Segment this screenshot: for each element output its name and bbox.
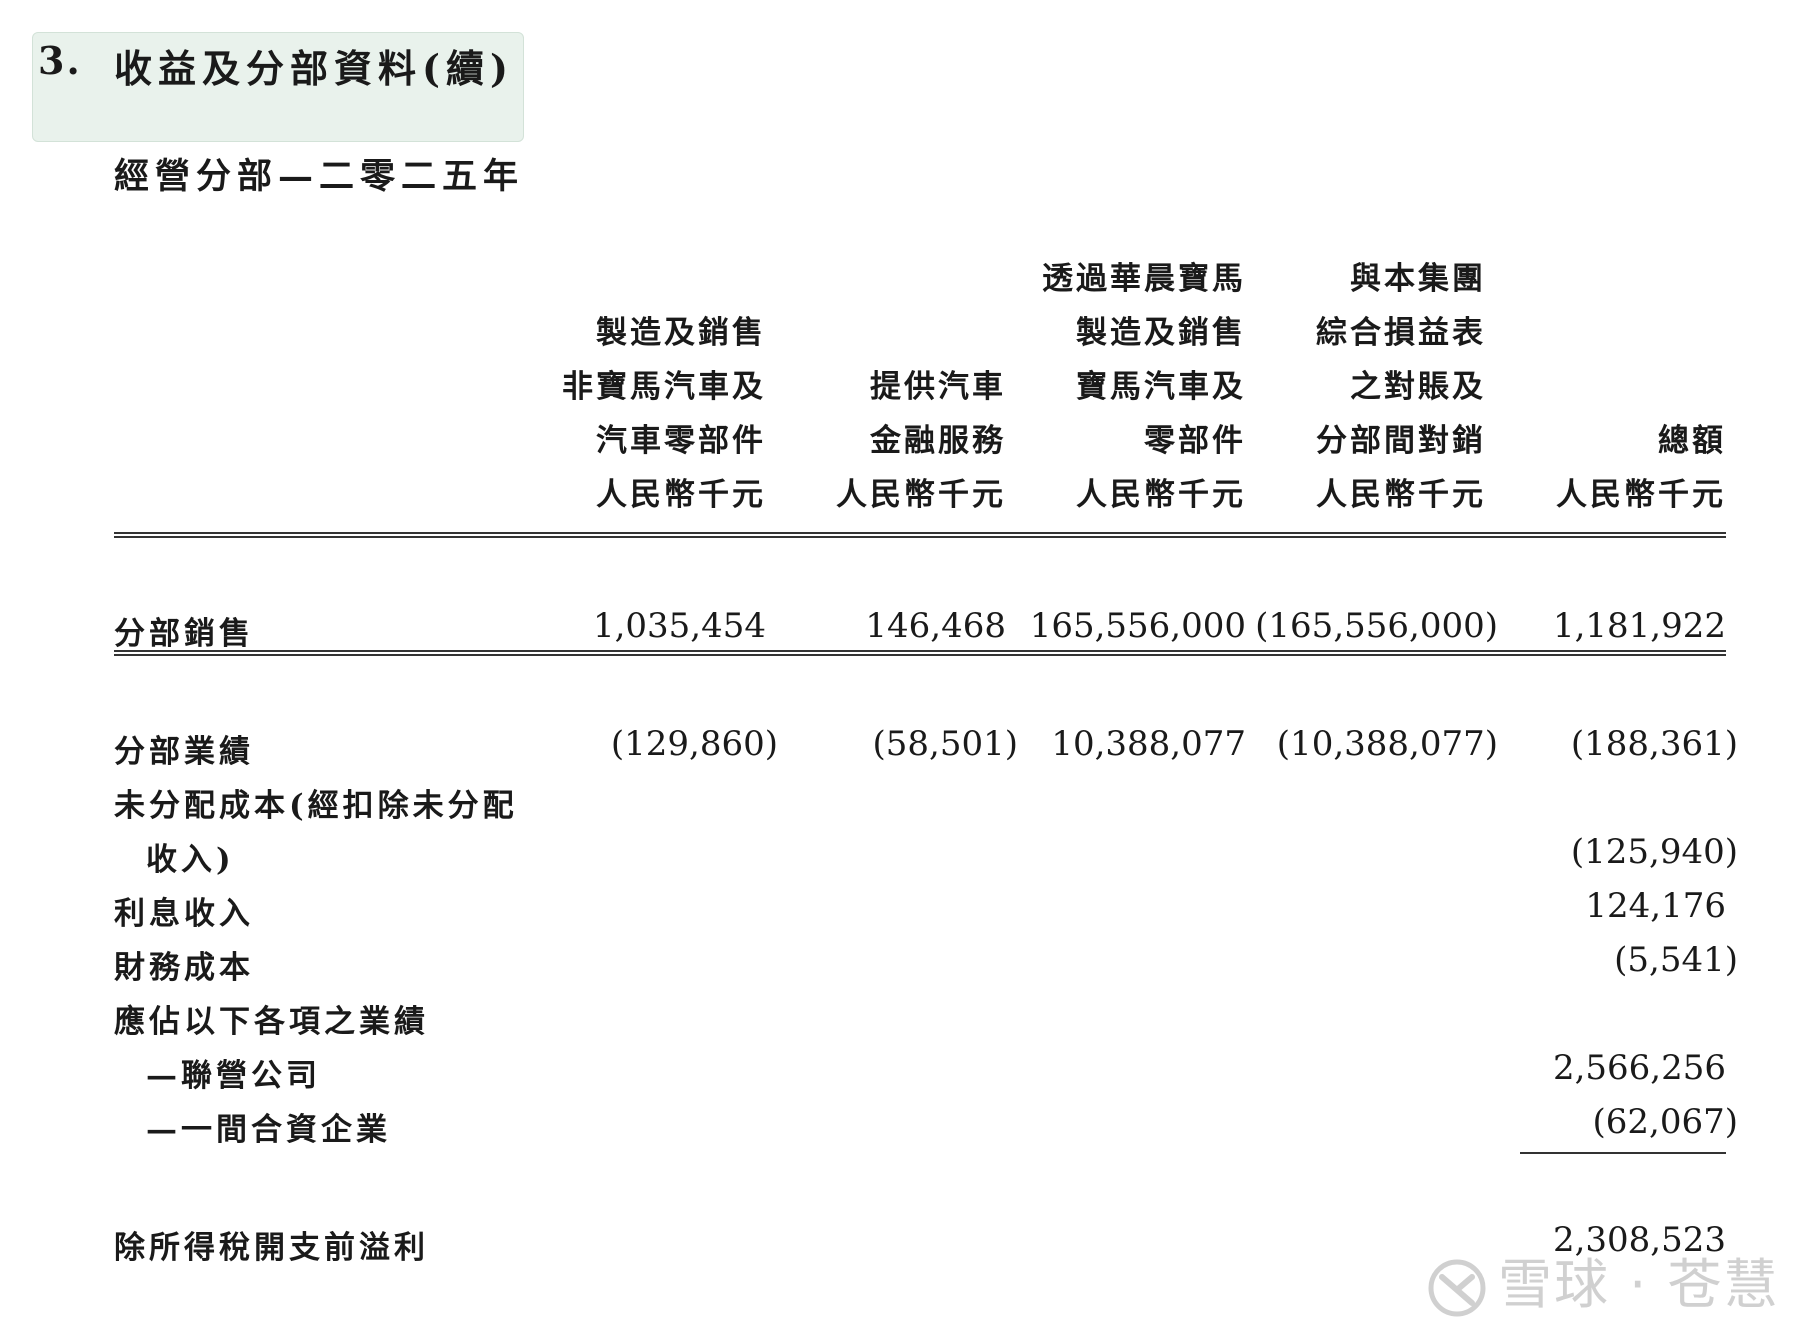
row-label-profit-before-tax: 除所得稅開支前溢利 [114,1230,429,1266]
row-label-finance-costs: 財務成本 [114,950,254,986]
section-number: 3. [38,38,82,83]
row-label-segment-results: 分部業績 [114,734,254,770]
row-label-associates: —聯營公司 [146,1058,321,1094]
header-rule-bottom [114,536,1726,538]
segment-results-reconciliation: (10,388,077) [1276,724,1498,764]
row-label-segment-sales: 分部銷售 [114,616,254,652]
unallocated-total: (125,940) [1570,832,1738,872]
column-header-finance: 提供汽車 金融服務 人民幣千元 [836,369,1006,513]
segment-sales-manufacturing: 1,035,454 [592,606,766,646]
row-label-unallocated-line2: 收入) [146,842,235,878]
joint-venture-total: (62,067) [1592,1102,1739,1142]
finance-costs-total: (5,541) [1614,940,1738,980]
column-header-manufacturing: 製造及銷售 非寶馬汽車及 汽車零部件 人民幣千元 [562,315,766,513]
watermark-text: 雪球 · 苍慧 [1498,1253,1780,1316]
segment-results-bmw: 10,388,077 [1051,724,1246,764]
watermark: 雪球 · 苍慧 [1428,1240,1780,1319]
table-subtitle: 經營分部—二零二五年 [114,156,525,197]
sales-rule-bottom [114,654,1726,656]
segment-sales-reconciliation: (165,556,000) [1255,606,1498,646]
segment-results-manufacturing: (129,860) [610,724,778,764]
segment-results-total: (188,361) [1570,724,1738,764]
segment-results-finance: (58,501) [872,724,1019,764]
row-label-share-results: 應佔以下各項之業績 [114,1004,429,1040]
column-header-total: 總額 人民幣千元 [1556,423,1726,513]
row-label-interest-income: 利息收入 [114,896,254,932]
row-label-unallocated-line1: 未分配成本(經扣除未分配 [114,788,518,824]
segment-sales-bmw: 165,556,000 [1029,606,1246,646]
associates-total: 2,566,256 [1552,1048,1726,1088]
row-label-joint-venture: —一間合資企業 [146,1112,391,1148]
segment-sales-total: 1,181,922 [1552,606,1726,646]
segment-sales-finance: 146,468 [865,606,1006,646]
section-title: 收益及分部資料(續) [114,46,514,91]
column-header-bmw-brilliance: 透過華晨寶馬 製造及銷售 寶馬汽車及 零部件 人民幣千元 [1042,261,1246,513]
interest-income-total: 124,176 [1585,886,1726,926]
header-rule-top [114,532,1726,534]
xueqiu-logo-icon [1428,1259,1486,1317]
column-header-reconciliation: 與本集團 綜合損益表 之對賬及 分部間對銷 人民幣千元 [1316,261,1486,513]
subtotal-rule [1520,1152,1726,1154]
sales-rule-top [114,650,1726,652]
